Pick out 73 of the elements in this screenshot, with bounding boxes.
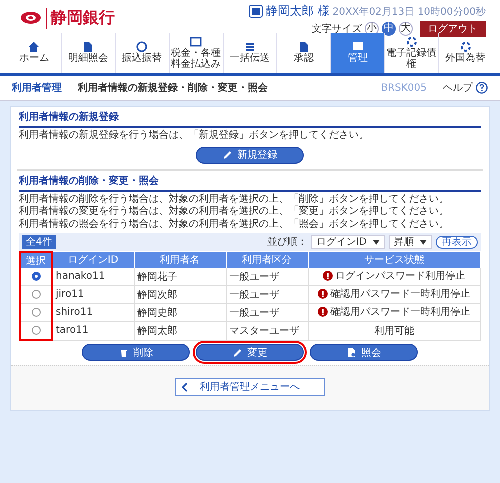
trash-icon: [118, 348, 128, 358]
chevron-left-icon: [182, 382, 188, 392]
sort-label: 並び順：: [267, 236, 308, 249]
table-cell: 静岡史郎: [138, 308, 178, 318]
table-cell-text: 確認用パスワード一時利用停止: [330, 306, 470, 319]
table-cell-text: 利用可能: [374, 324, 414, 338]
pencil-icon: [232, 348, 242, 358]
screen-id: BRSK005: [381, 82, 427, 94]
table-cell-text: ログインパスワード利用停止: [335, 270, 466, 283]
dropdown-arrow-icon: [373, 240, 380, 244]
edit-button[interactable]: 変更: [196, 344, 304, 361]
instruction-text: 利用者情報の照会を行う場合は、対象の利用者を選択の上、「照会」ボタンを押してください。: [19, 218, 450, 231]
instruction-text: 利用者情報の新規登録を行う場合は、「新規登録」ボタンを押してください。: [19, 130, 370, 142]
font-size-button[interactable]: 大: [399, 22, 413, 36]
column-header: 選択: [20, 252, 52, 268]
ring-icon: [460, 41, 472, 54]
section-name: 利用者管理: [12, 82, 62, 95]
table-cell: 静岡花子: [138, 272, 178, 282]
help-link[interactable]: ヘルプ: [443, 81, 488, 95]
radio-button[interactable]: [32, 290, 40, 299]
view-button[interactable]: 照会: [310, 344, 418, 361]
column-header: サービス状態: [308, 252, 480, 268]
radio-button[interactable]: [32, 308, 40, 317]
total-count-badge: 全4件: [22, 235, 56, 249]
pencil-icon: [222, 150, 232, 160]
sort-order-dropdown[interactable]: 昇順: [389, 235, 432, 249]
section-title: 利用者情報の新規登録: [19, 110, 481, 128]
nav-tab[interactable]: 税金・各種料金払込み: [170, 33, 224, 73]
delete-button[interactable]: 削除: [82, 344, 190, 361]
table-cell: 一般ユーザ: [230, 290, 280, 300]
column-header: 利用者区分: [226, 252, 308, 268]
nav-tab[interactable]: 管理: [331, 33, 386, 73]
nav-tab[interactable]: 電子記録債権: [385, 33, 440, 73]
table-cell: 一般ユーザ: [230, 272, 280, 282]
user-name: 静岡太郎 様: [266, 3, 330, 20]
table-cell: 静岡次郎: [138, 290, 178, 300]
radio-button[interactable]: [32, 326, 40, 335]
document-search-icon: [346, 348, 356, 358]
table-cell: 静岡太郎: [138, 326, 178, 337]
user-card-icon: [248, 5, 263, 18]
doc-icon: [82, 41, 94, 54]
page-title: 利用者情報の新規登録・削除・変更・照会: [78, 81, 269, 95]
table-cell: hanako11: [56, 271, 106, 282]
column-header: 利用者名: [134, 252, 226, 268]
nav-tab[interactable]: 振込振替: [116, 33, 170, 73]
table-cell: shiro11: [56, 307, 94, 318]
bank-logo-icon: [20, 11, 42, 25]
ring-icon: [406, 36, 418, 48]
font-size-button[interactable]: 中: [382, 22, 396, 36]
table-cell: jiro11: [56, 289, 84, 300]
nav-tab[interactable]: 明細照会: [62, 33, 116, 73]
table-cell: マスターユーザ: [230, 326, 300, 337]
dropdown-arrow-icon: [420, 240, 427, 244]
instruction-text: 利用者情報の削除を行う場合は、対象の利用者を選択の上、「削除」ボタンを押してください。: [19, 194, 450, 206]
bank-name: 静岡銀行: [46, 8, 115, 28]
back-button[interactable]: 利用者管理メニューへ: [175, 378, 325, 396]
table-cell: 一般ユーザ: [230, 308, 280, 318]
radio-button[interactable]: [32, 272, 40, 281]
table-cell: taro11: [56, 325, 89, 336]
section-title: 利用者情報の削除・変更・照会: [19, 174, 481, 192]
refresh-button[interactable]: 再表示: [436, 236, 478, 248]
nav-tab[interactable]: ホーム: [8, 33, 62, 73]
font-size-label: 文字サイズ: [312, 22, 362, 36]
column-header: ログインID: [52, 252, 134, 268]
new-registration-button[interactable]: 新規登録: [196, 146, 304, 164]
table-cell-text: 確認用パスワード一時利用停止: [330, 288, 470, 301]
login-datetime: 20XX年02月13日 10時00分00秒: [332, 6, 486, 18]
logout-button[interactable]: ログアウト: [420, 21, 486, 37]
nav-tab[interactable]: 一括伝送: [224, 33, 278, 73]
sort-field-dropdown[interactable]: ログインID: [311, 235, 385, 249]
help-icon: [476, 82, 488, 94]
instruction-text: 利用者情報の変更を行う場合は、対象の利用者を選択の上、「変更」ボタンを押してください。: [19, 206, 450, 218]
home-icon: [28, 41, 40, 54]
